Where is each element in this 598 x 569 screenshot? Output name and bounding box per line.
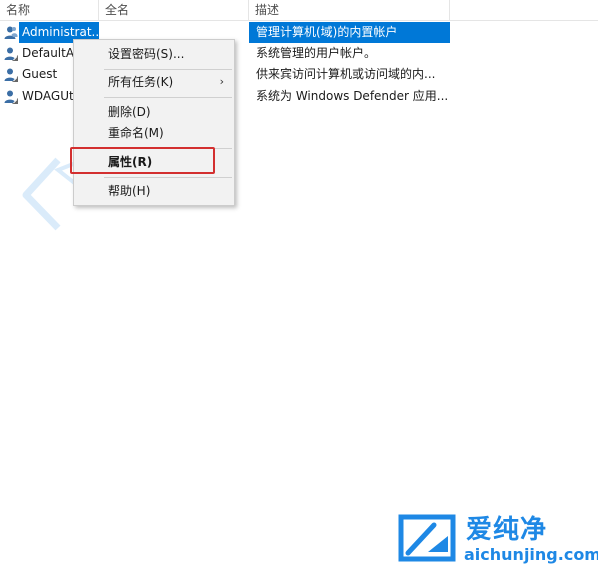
row-description: 供来宾访问计算机或访问域的内... bbox=[256, 67, 436, 81]
menu-item-properties[interactable]: 属性(R) bbox=[74, 151, 234, 173]
row-description: 系统管理的用户帐户。 bbox=[256, 46, 377, 60]
menu-item-all-tasks[interactable]: 所有任务(K) › bbox=[74, 71, 234, 93]
user-account-icon bbox=[4, 26, 18, 39]
user-account-icon bbox=[4, 90, 18, 104]
column-header-fullname[interactable]: 全名 bbox=[99, 0, 249, 20]
column-header-name[interactable]: 名称 bbox=[0, 0, 99, 20]
menu-item-help[interactable]: 帮助(H) bbox=[74, 180, 234, 202]
menu-separator bbox=[104, 177, 232, 178]
menu-item-delete[interactable]: 删除(D) bbox=[74, 101, 234, 123]
column-header-description[interactable]: 描述 bbox=[249, 0, 450, 20]
menu-separator bbox=[104, 69, 232, 70]
menu-separator bbox=[104, 148, 232, 149]
row-description: 系统为 Windows Defender 应用... bbox=[256, 89, 448, 103]
menu-separator bbox=[104, 97, 232, 98]
submenu-arrow-icon: › bbox=[219, 75, 224, 88]
local-users-window: 名称 全名 描述 Administrat... 管理计算机(域)的内置帐户 De… bbox=[0, 0, 598, 569]
context-menu: 设置密码(S)... 所有任务(K) › 删除(D) 重命名(M) 属性(R) … bbox=[73, 39, 235, 206]
brand-watermark: 爱纯净 aichunjing.com bbox=[398, 514, 598, 566]
brand-name: 爱纯净 bbox=[466, 515, 548, 545]
menu-item-set-password[interactable]: 设置密码(S)... bbox=[74, 43, 234, 65]
list-header: 名称 全名 描述 bbox=[0, 0, 598, 21]
brand-url: aichunjing.com bbox=[464, 545, 598, 564]
user-account-icon bbox=[4, 68, 18, 82]
row-description: 管理计算机(域)的内置帐户 bbox=[256, 25, 398, 39]
user-account-icon bbox=[4, 47, 18, 61]
menu-item-all-tasks-label: 所有任务(K) bbox=[108, 75, 174, 89]
menu-item-rename[interactable]: 重命名(M) bbox=[74, 122, 234, 144]
aichunjing-logo-icon bbox=[398, 514, 456, 562]
